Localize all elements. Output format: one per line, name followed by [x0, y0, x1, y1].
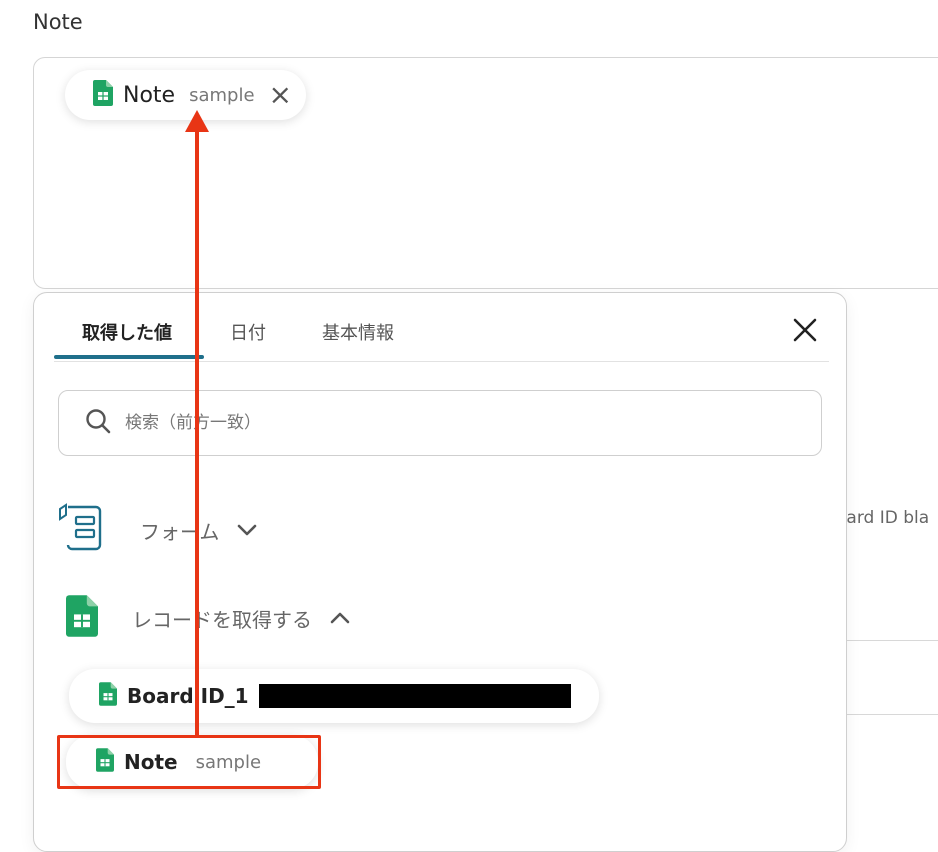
group-get-record[interactable]: レコードを取得する [66, 595, 350, 641]
sheets-icon [93, 80, 113, 110]
sheets-icon [99, 682, 117, 710]
active-tab-indicator [54, 355, 204, 359]
form-icon [58, 503, 106, 557]
background-text: oard ID bla [836, 508, 930, 528]
search-input[interactable] [123, 412, 767, 434]
group-get-record-label: レコードを取得する [132, 607, 312, 632]
close-popover-button[interactable] [792, 315, 818, 349]
close-icon[interactable]: × [269, 81, 292, 109]
tab-date[interactable]: 日付 [230, 319, 266, 345]
search-field[interactable] [58, 390, 822, 456]
close-icon [793, 318, 817, 342]
chevron-down-icon [237, 520, 257, 541]
background-divider [846, 640, 938, 641]
item-label: Board ID_1 [127, 684, 249, 708]
tab-acquired-values[interactable]: 取得した値 [82, 319, 172, 345]
field-label: Note [33, 10, 83, 34]
sheets-icon [66, 595, 98, 641]
redacted-value [258, 684, 571, 708]
search-icon [85, 408, 111, 438]
note-chip-sub: sample [189, 84, 255, 106]
chevron-up-icon [330, 608, 350, 629]
background-divider [846, 714, 938, 715]
group-form[interactable]: フォーム [58, 503, 257, 557]
note-value-chip[interactable]: Note sample × [65, 70, 306, 120]
group-form-label: フォーム [140, 519, 220, 544]
tab-divider [54, 361, 829, 362]
highlight-box [57, 735, 321, 789]
note-chip-title: Note [123, 82, 176, 108]
tab-basic-info[interactable]: 基本情報 [322, 319, 394, 345]
list-item-board-id[interactable]: Board ID_1 [69, 669, 599, 723]
